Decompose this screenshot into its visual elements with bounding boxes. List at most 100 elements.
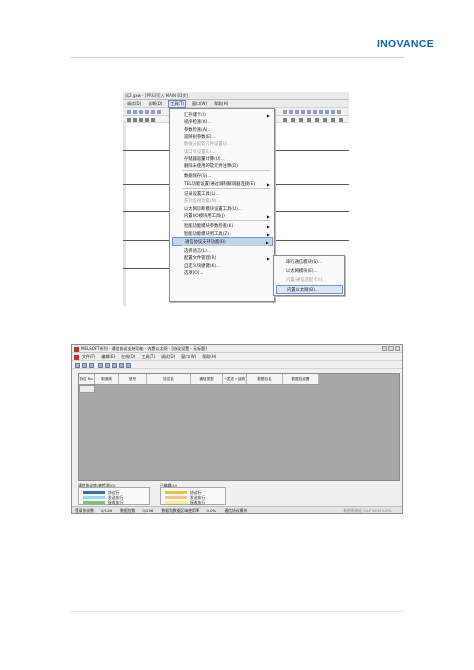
doc-icon [74,354,79,360]
menu-2[interactable]: 工具(T) [168,99,186,108]
table-row-header[interactable] [79,385,95,393]
menu-0[interactable]: 文件(F) [82,354,95,360]
menu-0[interactable]: 调试(D) [126,101,142,107]
legend-swatch [83,490,105,494]
tool-icon[interactable] [112,362,117,368]
menu-item-label: 读口令设置(L)... [184,149,216,155]
ladder-symbol-icon[interactable] [127,117,131,122]
toolbar-icon[interactable] [319,110,323,114]
minimize-icon[interactable] [382,346,388,351]
menu-item-label: 数据保存(S)... [184,174,212,180]
tool-icon[interactable] [105,362,110,368]
column-header[interactable]: 数据包设置 [283,374,319,384]
menu-2[interactable]: 在线(O) [121,354,135,360]
new-file-icon[interactable] [75,362,80,368]
menu-3[interactable]: 窗口(W) [191,101,208,107]
packet-count-label: 数据包数 [120,508,136,513]
edit-icon[interactable] [98,362,103,368]
menu-bar: 文件(F) 编辑(E) 在线(O) 工具(T) 调试(D) 窗口(W) 帮助(H) [72,353,402,361]
submenu-item[interactable]: 内置以太网(B)... [276,285,343,294]
toolbar-icon[interactable] [337,110,341,114]
menu-1[interactable]: 诊断(D) [147,101,163,107]
ladder-symbol-icon[interactable] [145,117,149,122]
menu-6[interactable]: 帮助(H) [202,354,216,360]
protocol-table: 协议 No. 制造商 型号 协议名 通信类型 →发送 ←接收 数据包名 数据包设置 [78,373,400,481]
toolbar-icon[interactable] [331,110,335,114]
ladder-symbol-icon[interactable] [299,117,303,122]
ladder-symbol-icon[interactable] [151,117,155,122]
toolbar-icon[interactable] [283,110,287,114]
column-header[interactable]: 协议 No. [79,374,95,384]
column-header[interactable]: →发送 ←接收 [223,374,247,384]
toolbar-icon[interactable] [139,110,143,114]
ladder-symbol-icon[interactable] [339,117,343,122]
menu-item-label: 智能功能模块用工具(Z) [184,231,229,237]
menu-item-label: TEL功能设置/通过调制解调器连接(E) [184,181,256,187]
submenu-item[interactable]: 以太网模块(E)... [276,267,343,276]
window-controls [382,346,400,351]
legend-swatch [165,500,187,504]
ladder-symbol-icon[interactable] [323,117,327,122]
menu-item-label: 汇存储卡(I) [184,113,206,118]
menu-4[interactable]: 调试(D) [161,354,175,360]
legend-row: 接收执行 [83,499,143,505]
submenu-item[interactable]: 串行通信模块(S)... [276,258,343,267]
legend-label: 接收执行 [190,499,206,505]
toolbar-icon[interactable] [145,110,149,114]
menu-separator [182,245,270,247]
legend-edited: 已编辑(U) 协议行 发送执行 接收执行 [160,483,226,507]
legend-row: 发送执行 [165,495,225,500]
menu-item-label: 存储器容量计算(U)... [184,156,225,162]
close-icon[interactable] [394,346,400,351]
menu-separator [182,188,270,189]
screenshot-protocol-setting: MELSOFT系列 - 通信协议支持功能 - 内置以太网 - [协议设置 - 无… [71,344,403,514]
column-header[interactable]: 型号 [119,374,147,384]
menu-item-label: 自定义快捷键(K)... [184,263,221,269]
column-header[interactable]: 通信类型 [191,374,223,384]
legend-swatch [165,495,187,499]
tool-icon[interactable] [126,362,131,368]
ladder-symbol-icon[interactable] [283,117,287,122]
status-indicators: 其他系统站 CAP NUM SCRL [343,508,392,513]
protocol-count-value: 0/128 [100,508,112,513]
legend-label: 接收执行 [108,499,124,505]
toolbar-icon[interactable] [289,110,293,114]
toolbar-icon[interactable] [157,110,161,114]
app-logo-icon [74,346,79,352]
ladder-symbol-icon[interactable] [139,117,143,122]
tools-dropdown-menu: 汇存储卡(I) ▶ 程序检查(K)... 参数检查(A)... 遥映射参数(E)... 数… [169,108,275,302]
ladder-symbol-icon[interactable] [291,117,295,122]
ladder-symbol-icon[interactable] [315,117,319,122]
legend-row: 发送执行 [83,495,143,500]
menu-4[interactable]: 帮助(H) [213,101,229,107]
legend-frame: 协议行 发送执行 接收执行 [78,487,150,505]
toolbar-icon[interactable] [295,110,299,114]
menu-item-label: 记录设置工具(L)... [184,192,220,197]
column-header[interactable]: 数据包名 [247,374,283,384]
menu-item-label: 内置I/O模块用工具(J) [184,213,225,219]
save-icon[interactable] [89,362,94,368]
toolbar-icon[interactable] [313,110,317,114]
tools-menu-item[interactable]: 选项(O)... [172,269,273,278]
tool-icon[interactable] [119,362,124,368]
legend-swatch [83,495,105,499]
column-header[interactable]: 制造商 [95,374,119,384]
packet-count-value: 0/256 [142,508,154,513]
toolbar-icon[interactable] [133,110,137,114]
ladder-symbol-icon[interactable] [133,117,137,122]
window-title: 试2.gxw - [PRG]写入 MAIN 83步] [123,92,349,100]
column-header[interactable]: 协议名 [147,374,191,384]
menu-5[interactable]: 窗口(W) [181,354,196,360]
ladder-symbol-icon[interactable] [307,117,311,122]
ladder-symbol-icon[interactable] [331,117,335,122]
toolbar-icon[interactable] [307,110,311,114]
open-file-icon[interactable] [82,362,87,368]
legend-row: 接收执行 [165,499,225,505]
toolbar-icon[interactable] [151,110,155,114]
menu-3[interactable]: 工具(T) [141,354,155,360]
toolbar-icon[interactable] [127,110,131,114]
toolbar-icon[interactable] [301,110,305,114]
maximize-icon[interactable] [388,346,394,351]
toolbar-icon[interactable] [325,110,329,114]
menu-1[interactable]: 编辑(E) [101,354,115,360]
